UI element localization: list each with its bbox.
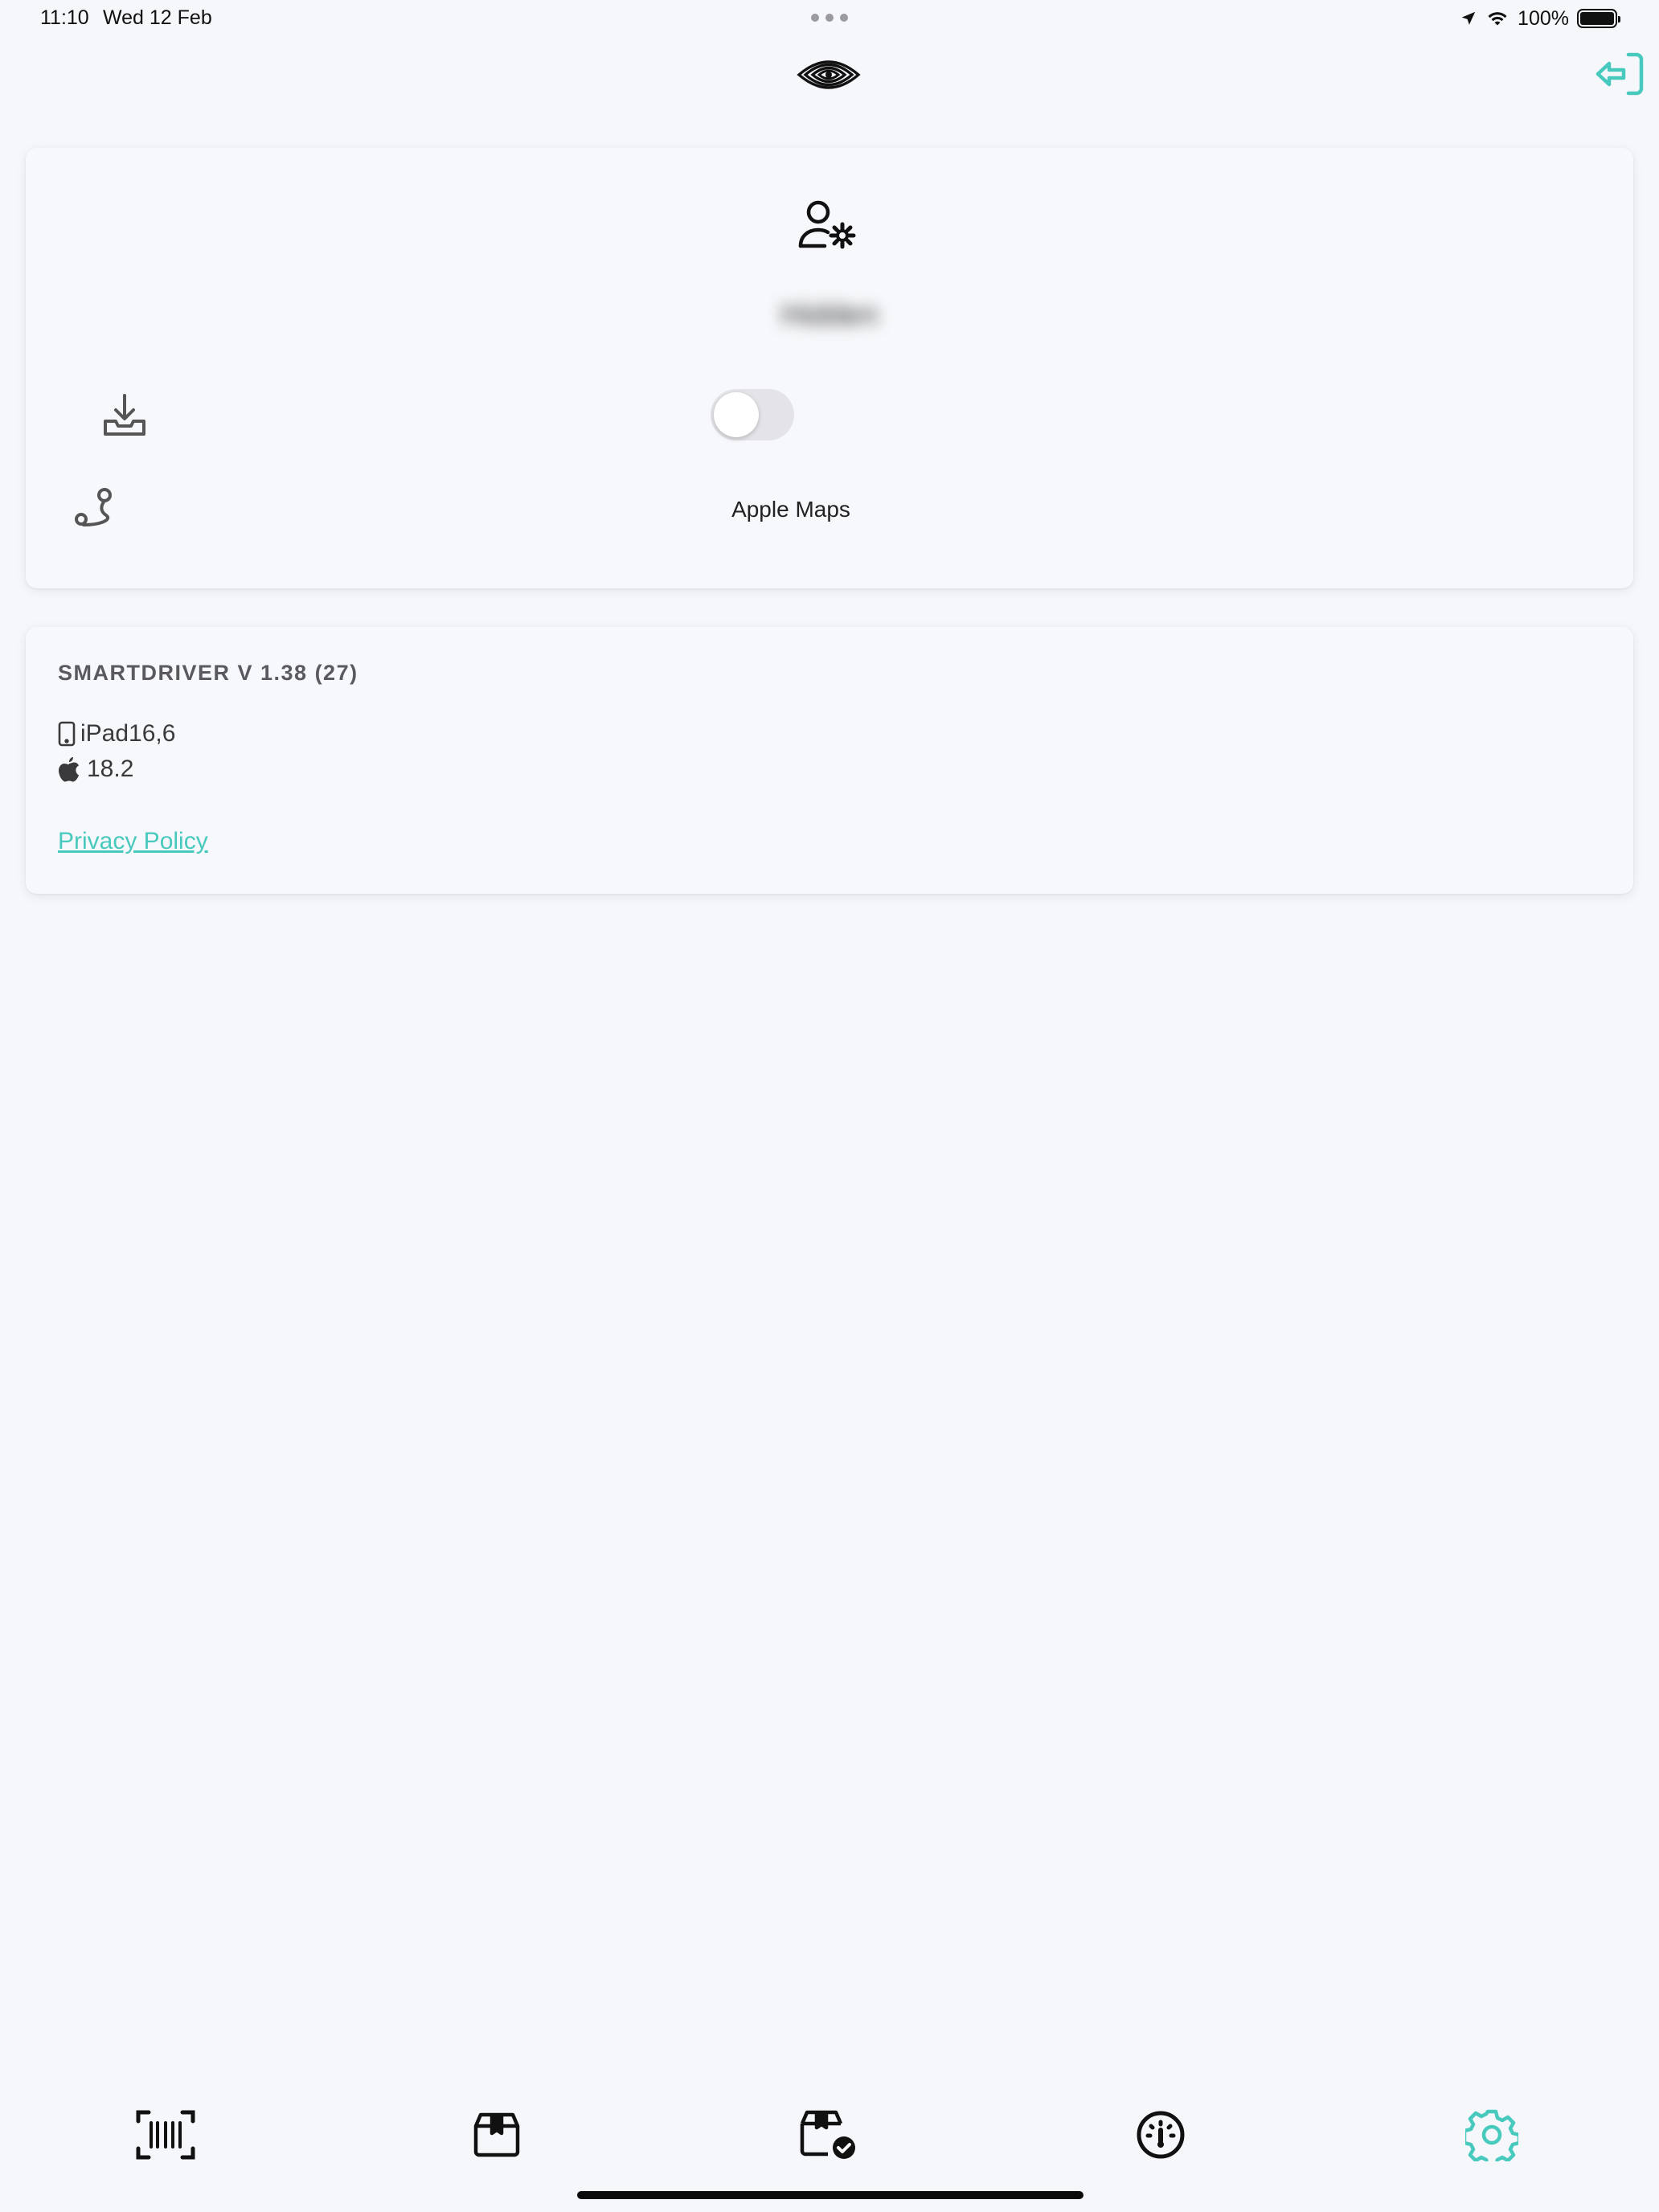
status-date: Wed 12 Feb — [103, 6, 212, 29]
home-indicator[interactable] — [577, 2191, 1083, 2199]
device-model: iPad16,6 — [80, 720, 176, 747]
route-icon — [75, 488, 112, 526]
app-version: SMARTDRIVER V 1.38 (27) — [58, 661, 358, 685]
status-time: 11:10 — [40, 6, 89, 29]
logout-icon[interactable] — [1591, 45, 1649, 103]
tablet-icon — [58, 721, 76, 747]
offline-mode-toggle[interactable] — [711, 389, 794, 440]
os-version: 18.2 — [87, 756, 134, 782]
package-icon — [473, 2112, 520, 2157]
location-arrow-icon — [1461, 11, 1476, 25]
barcode-scan-icon — [136, 2110, 195, 2160]
battery-percentage: 100% — [1518, 6, 1569, 30]
tab-packages[interactable] — [465, 2103, 529, 2167]
tab-settings[interactable] — [1460, 2103, 1524, 2167]
apple-logo-icon — [59, 757, 79, 782]
tab-delivered[interactable] — [796, 2103, 860, 2167]
username: Hidden — [780, 298, 879, 332]
settings-gear-icon — [1465, 2109, 1518, 2161]
os-info-row: 18.2 — [58, 756, 133, 783]
device-info-row: iPad16,6 — [58, 720, 175, 748]
battery-icon — [1577, 9, 1620, 28]
user-settings-icon — [798, 200, 856, 249]
download-tray-icon — [104, 394, 145, 436]
status-indicators: 100% — [1460, 5, 1620, 32]
wifi-icon — [1488, 12, 1507, 26]
package-check-icon — [800, 2110, 855, 2159]
dashboard-gauge-icon — [1137, 2111, 1185, 2159]
tab-scan[interactable] — [133, 2103, 198, 2167]
tab-dashboard[interactable] — [1129, 2103, 1193, 2167]
navigation-app-label[interactable]: Apple Maps — [707, 497, 875, 522]
privacy-policy-link[interactable]: Privacy Policy — [58, 828, 208, 855]
eye-logo-icon — [797, 60, 861, 89]
multitasking-dots-icon[interactable] — [811, 14, 848, 23]
